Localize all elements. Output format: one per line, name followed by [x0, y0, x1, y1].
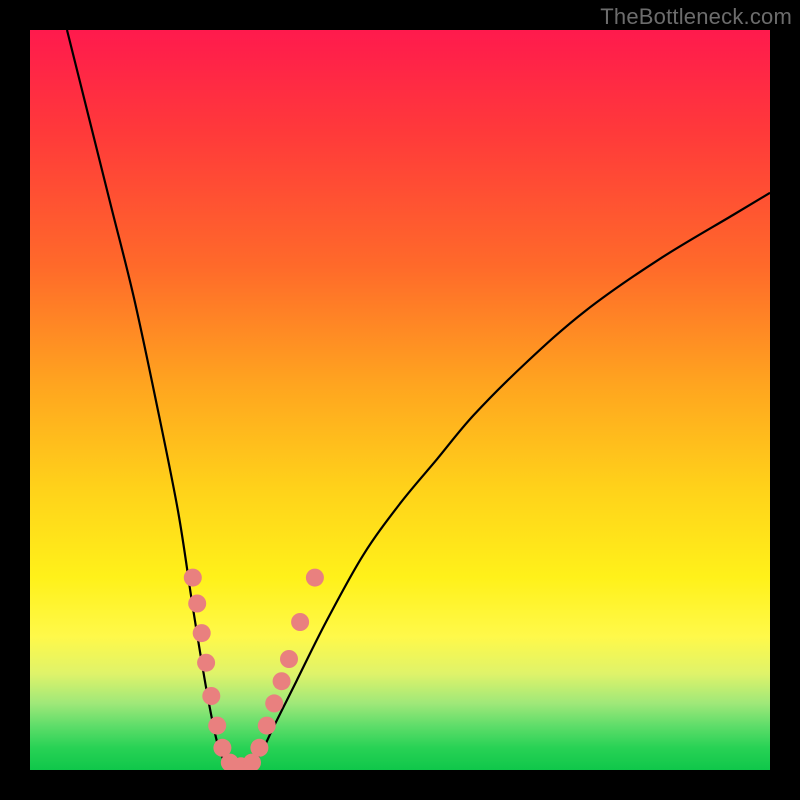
- plot-area: [30, 30, 770, 770]
- marker-dot: [258, 717, 276, 735]
- chart-svg: [30, 30, 770, 770]
- marker-dot: [273, 672, 291, 690]
- bottleneck-curve: [67, 30, 770, 768]
- marker-dot: [306, 569, 324, 587]
- marker-dot: [188, 595, 206, 613]
- watermark-text: TheBottleneck.com: [600, 4, 792, 30]
- marker-dot: [291, 613, 309, 631]
- chart-frame: TheBottleneck.com: [0, 0, 800, 800]
- marker-dot: [202, 687, 220, 705]
- marker-dot: [280, 650, 298, 668]
- marker-dot: [208, 717, 226, 735]
- marker-dot: [250, 739, 268, 757]
- marker-dot: [193, 624, 211, 642]
- marker-dot: [184, 569, 202, 587]
- marker-dot: [265, 694, 283, 712]
- marker-dot: [197, 654, 215, 672]
